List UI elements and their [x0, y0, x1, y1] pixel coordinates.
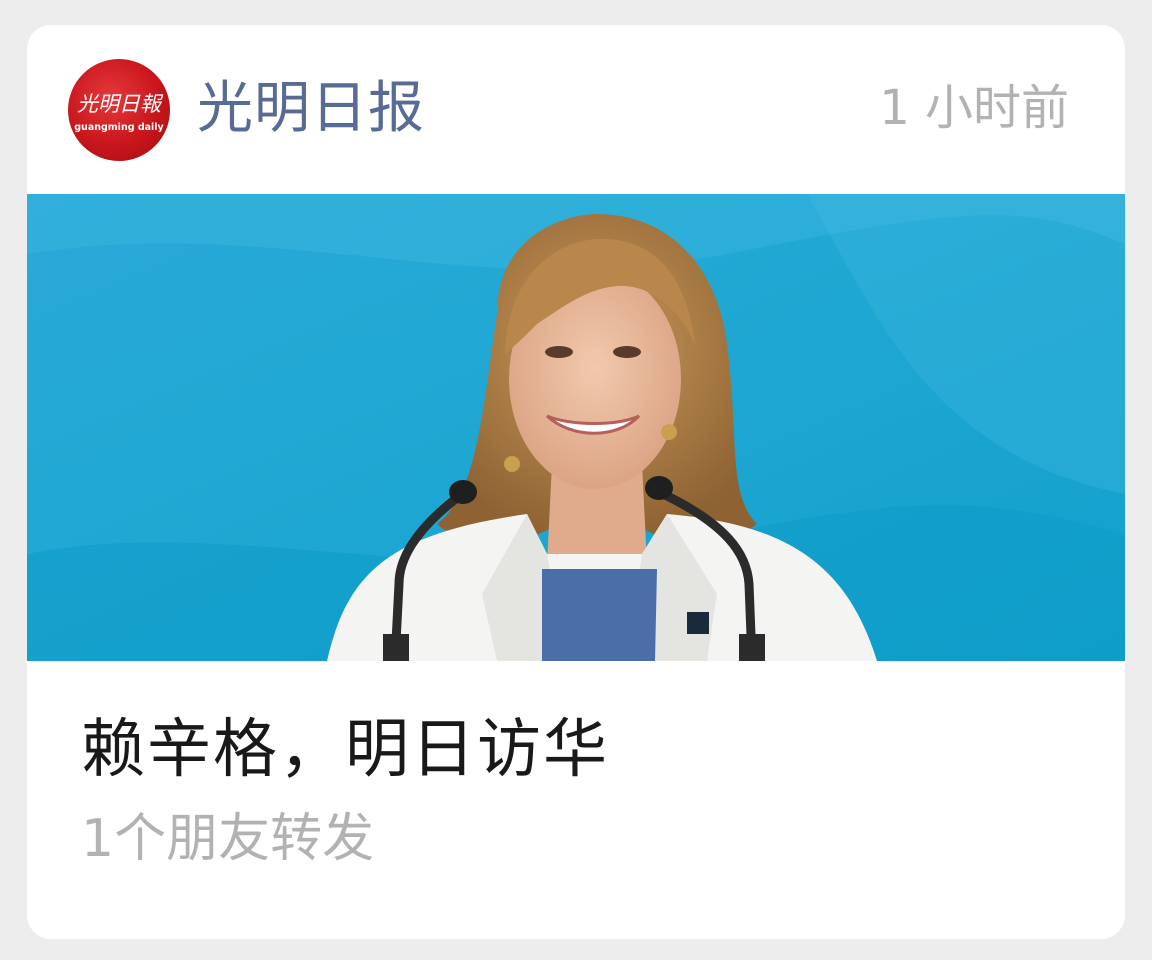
source-name[interactable]: 光明日报: [197, 69, 425, 149]
cover-image[interactable]: [27, 194, 1125, 661]
article-card[interactable]: 光明日報 guangming daily 光明日报 1 小时前 赖辛格，明日访华…: [27, 25, 1125, 939]
publish-time: 1 小时前: [879, 80, 1069, 136]
svg-text:guangming daily: guangming daily: [74, 122, 164, 133]
photo-icon: [27, 194, 1125, 661]
card-header: 光明日報 guangming daily 光明日报 1 小时前: [27, 25, 1125, 194]
svg-text:光明日報: 光明日報: [77, 92, 164, 116]
guangming-daily-logo-icon: 光明日報 guangming daily: [74, 92, 164, 133]
article-headline[interactable]: 赖辛格，明日访华: [81, 705, 609, 795]
source-avatar[interactable]: 光明日報 guangming daily: [68, 59, 170, 161]
friends-share-count: 1个朋友转发: [81, 809, 375, 869]
